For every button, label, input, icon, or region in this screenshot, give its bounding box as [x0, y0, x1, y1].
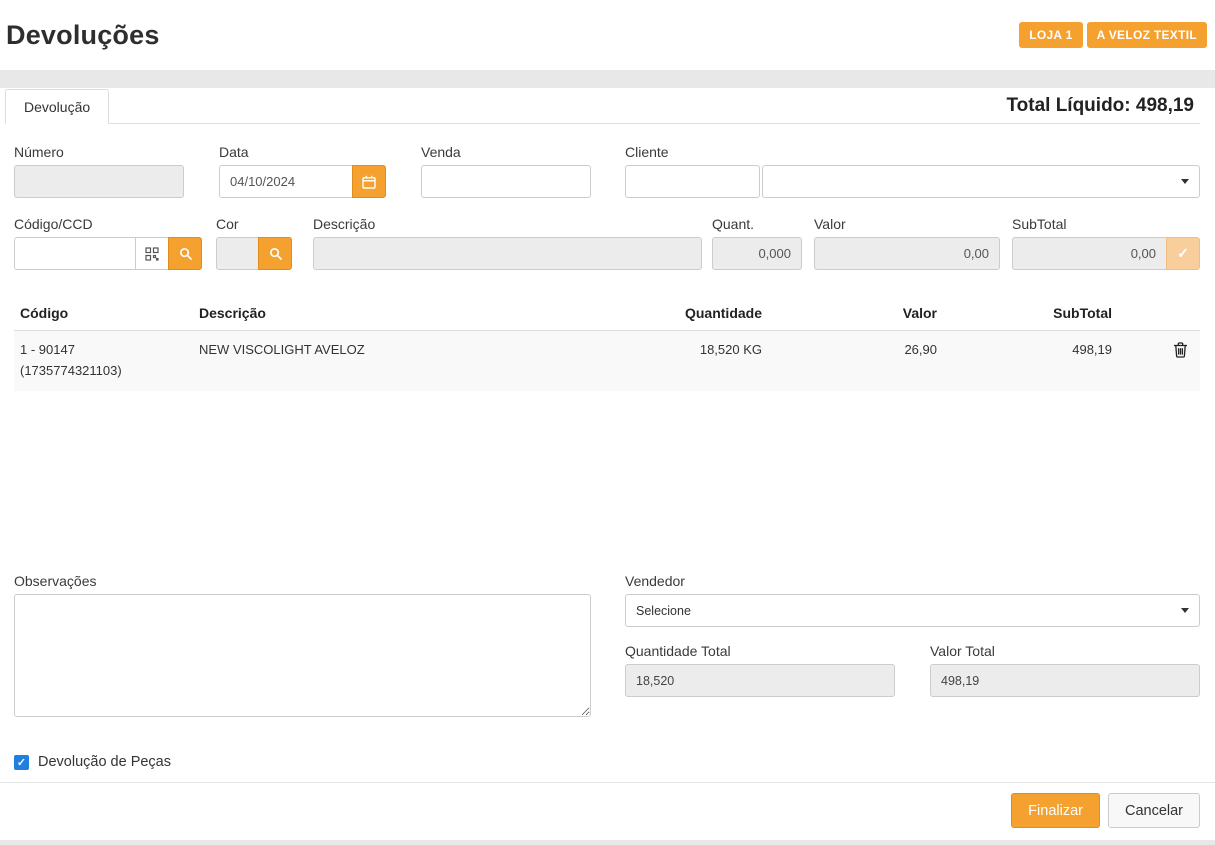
cor-search-button[interactable]: [258, 237, 292, 270]
cliente-field: Cliente: [625, 144, 1200, 198]
descricao-field: Descrição: [313, 216, 702, 270]
vendedor-select[interactable]: Selecione: [625, 594, 1200, 627]
codigo-ccd-field: Código/CCD: [14, 216, 202, 270]
delete-row-button[interactable]: [1171, 340, 1190, 363]
items-table: Código Descrição Quantidade Valor SubTot…: [14, 296, 1200, 391]
observacoes-label: Observações: [14, 573, 591, 589]
data-input[interactable]: [219, 165, 353, 198]
confirm-item-button[interactable]: ✓: [1166, 237, 1200, 270]
quant-field: Quant.: [712, 216, 802, 270]
subtotal-field: SubTotal ✓: [1012, 216, 1200, 270]
page-header: Devoluções LOJA 1 A VELOZ TEXTIL: [0, 0, 1215, 70]
valor-input: [814, 237, 1000, 270]
calendar-icon: [362, 175, 376, 189]
cell-valor: 26,90: [762, 331, 937, 391]
valor-field: Valor: [814, 216, 1000, 270]
descricao-label: Descrição: [313, 216, 702, 232]
codigo-search-button[interactable]: [168, 237, 202, 270]
subtotal-input: [1012, 237, 1167, 270]
barcode-button[interactable]: [135, 237, 169, 270]
chevron-down-icon: [1181, 608, 1189, 613]
table-row: 1 - 90147 (1735774321103) NEW VISCOLIGHT…: [14, 331, 1200, 391]
venda-field: Venda: [421, 144, 591, 198]
valor-label: Valor: [814, 216, 1000, 232]
page-title: Devoluções: [6, 20, 160, 51]
devolucao-pecas-row: ✓ Devolução de Peças: [14, 754, 1200, 770]
observacoes-field: Observações: [14, 573, 591, 722]
trash-icon: [1173, 342, 1188, 358]
col-header-codigo: Código: [14, 296, 199, 331]
page-gap: [0, 70, 1215, 88]
vendedor-label: Vendedor: [625, 573, 1200, 589]
company-badge: A VELOZ TEXTIL: [1087, 22, 1207, 48]
codigo-line1: 1 - 90147: [20, 340, 199, 361]
numero-input: [14, 165, 184, 198]
bottom-section: Observações Vendedor Selecione Quantidad…: [14, 573, 1200, 722]
codigo-line2: (1735774321103): [20, 361, 199, 382]
calendar-button[interactable]: [352, 165, 386, 198]
search-icon: [269, 247, 282, 260]
vendedor-field: Vendedor Selecione: [625, 573, 1200, 627]
total-liquido: Total Líquido: 498,19: [1006, 95, 1200, 117]
quantidade-total-input: [625, 664, 895, 697]
cliente-input[interactable]: [625, 165, 760, 198]
quant-input: [712, 237, 802, 270]
tab-bar: Devolução Total Líquido: 498,19: [5, 88, 1200, 124]
venda-input[interactable]: [421, 165, 591, 198]
col-header-valor: Valor: [762, 296, 937, 331]
cell-codigo: 1 - 90147 (1735774321103): [14, 331, 199, 391]
cancelar-button[interactable]: Cancelar: [1108, 793, 1200, 828]
cor-field: Cor: [216, 216, 292, 270]
devolucao-pecas-label: Devolução de Peças: [38, 754, 171, 770]
cell-actions: [1112, 331, 1200, 391]
quant-label: Quant.: [712, 216, 802, 232]
totals-column: Vendedor Selecione Quantidade Total Valo…: [625, 573, 1200, 722]
col-header-subtotal: SubTotal: [937, 296, 1112, 331]
cliente-label: Cliente: [625, 144, 1200, 160]
header-badges: LOJA 1 A VELOZ TEXTIL: [1019, 22, 1207, 48]
numero-label: Número: [14, 144, 184, 160]
quantidade-total-field: Quantidade Total: [625, 643, 895, 697]
form-row-2: Código/CCD: [14, 216, 1200, 270]
valor-total-field: Valor Total: [930, 643, 1200, 697]
cliente-select[interactable]: [762, 165, 1200, 198]
finalizar-button[interactable]: Finalizar: [1011, 793, 1100, 828]
vendedor-select-value: Selecione: [636, 604, 691, 618]
form-row-1: Número Data Venda Clien: [14, 144, 1200, 198]
observacoes-textarea[interactable]: [14, 594, 591, 717]
venda-label: Venda: [421, 144, 591, 160]
table-header-row: Código Descrição Quantidade Valor SubTot…: [14, 296, 1200, 331]
cor-label: Cor: [216, 216, 292, 232]
descricao-input: [313, 237, 702, 270]
valor-total-label: Valor Total: [930, 643, 1200, 659]
valor-total-input: [930, 664, 1200, 697]
col-header-quantidade: Quantidade: [597, 296, 762, 331]
chevron-down-icon: [1181, 179, 1189, 184]
cell-quantidade: 18,520 KG: [597, 331, 762, 391]
data-label: Data: [219, 144, 386, 160]
col-header-actions: [1112, 296, 1200, 331]
search-icon: [179, 247, 192, 260]
cell-subtotal: 498,19: [937, 331, 1112, 391]
main-panel: Devolução Total Líquido: 498,19 Número D…: [0, 88, 1215, 840]
numero-field: Número: [14, 144, 184, 198]
codigo-ccd-label: Código/CCD: [14, 216, 202, 232]
content-spacer: [14, 391, 1200, 573]
codigo-ccd-input[interactable]: [14, 237, 136, 270]
data-field: Data: [219, 144, 386, 198]
subtotal-label: SubTotal: [1012, 216, 1200, 232]
barcode-icon: [145, 247, 159, 261]
tab-devolucao[interactable]: Devolução: [5, 89, 109, 124]
footer-actions: Finalizar Cancelar: [0, 782, 1215, 840]
check-icon: ✓: [1177, 245, 1189, 262]
quantidade-total-label: Quantidade Total: [625, 643, 895, 659]
store-badge: LOJA 1: [1019, 22, 1082, 48]
cell-descricao: NEW VISCOLIGHT AVELOZ: [199, 331, 597, 391]
col-header-descricao: Descrição: [199, 296, 597, 331]
devolucao-pecas-checkbox[interactable]: ✓: [14, 755, 29, 770]
check-icon: ✓: [17, 756, 26, 769]
cor-input: [216, 237, 259, 270]
totals-row: Quantidade Total Valor Total: [625, 643, 1200, 697]
